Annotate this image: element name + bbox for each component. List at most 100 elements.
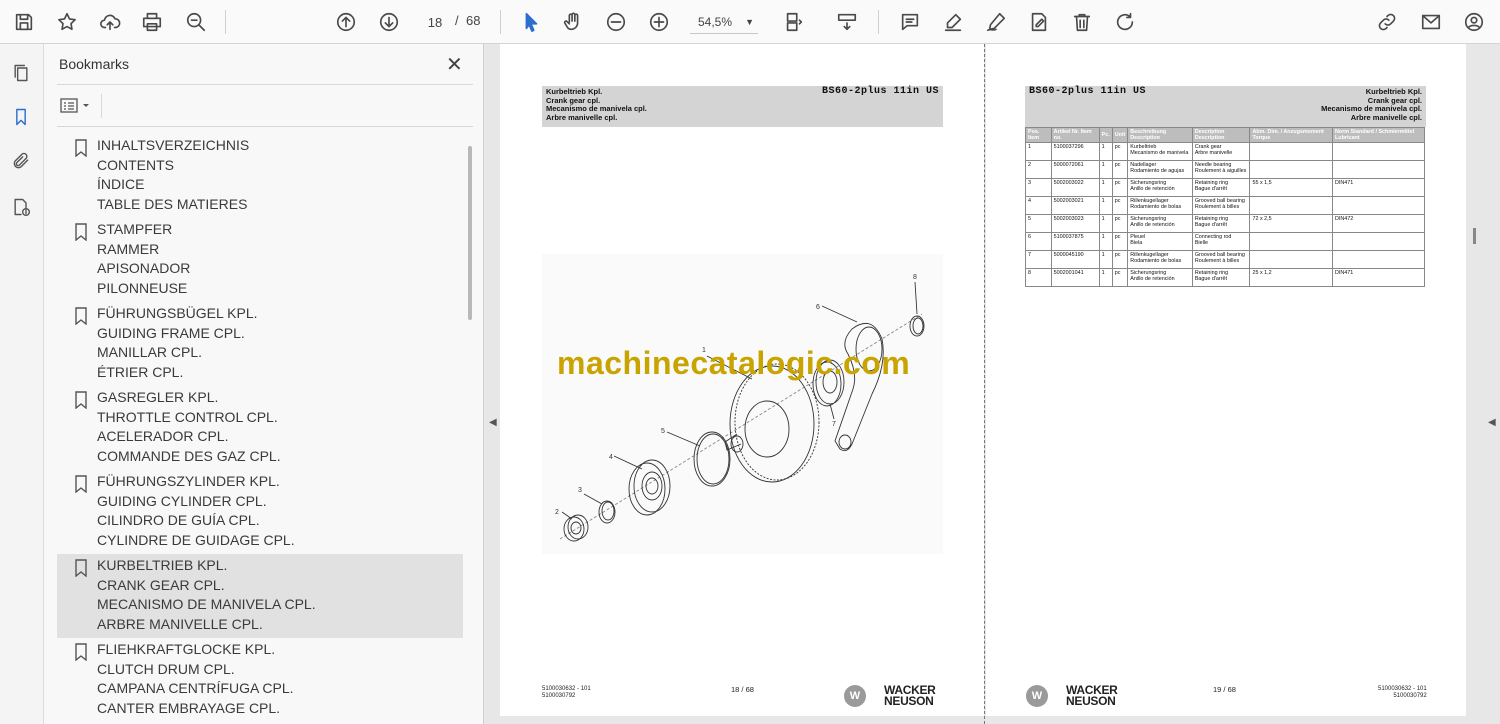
footer-code-2: 5100030792	[542, 693, 576, 699]
bookmark-item[interactable]: FLIEHKRAFTGLOCKE KPL. CLUTCH DRUM CPL. CAM…	[57, 638, 463, 722]
table-cell-desc1: Sicherungsring Anillo de retención	[1127, 178, 1193, 197]
table-cell-qty: 1	[1098, 178, 1113, 197]
bookmark-icon	[75, 475, 87, 493]
panel-divider	[57, 84, 473, 85]
bookmark-label: KURBELTRIEB KPL.	[97, 557, 228, 573]
scroll-mode-icon[interactable]	[833, 8, 861, 36]
bookmark-options-button[interactable]	[59, 95, 99, 117]
table-row: 3 5002003022 1 pc Sicherungsring Anillo de r…	[1025, 178, 1425, 197]
previous-page-icon[interactable]	[332, 8, 360, 36]
hand-tool-icon[interactable]	[559, 8, 587, 36]
expand-right-panel-icon[interactable]: ◀	[1488, 417, 1496, 428]
account-icon[interactable]	[1460, 8, 1488, 36]
table-cell-part: 5000045190	[1050, 250, 1100, 269]
table-row: 2 5000072061 1 pc Nadellager Rodamiento de a…	[1025, 160, 1425, 179]
model-name: BS60-2plus 11in US	[1029, 86, 1147, 97]
close-icon[interactable]: ✕	[446, 52, 463, 77]
table-cell-unit: pc	[1111, 160, 1129, 179]
table-cell-desc1: Pleuel Biela	[1127, 232, 1193, 251]
table-cell-unit: pc	[1111, 214, 1129, 233]
table-cell-part: 5002003023	[1050, 214, 1100, 233]
print-icon[interactable]	[138, 8, 166, 36]
callout-4: 4	[609, 454, 613, 461]
fill-sign-icon[interactable]	[1025, 8, 1053, 36]
zoom-search-icon[interactable]	[182, 8, 210, 36]
bookmark-item[interactable]: FÜHRUNGSZYLINDER KPL. GUIDING CYLINDER CP…	[57, 470, 463, 554]
star-icon[interactable]	[53, 8, 81, 36]
bookmark-item[interactable]: KURBELTRIEB KPL. CRANK GEAR CPL. MECANISMO…	[57, 554, 463, 638]
table-cell-dim: 55 x 1,5	[1249, 178, 1334, 197]
delete-icon[interactable]	[1068, 8, 1096, 36]
bookmark-label: CYLINDRE DE GUIDAGE CPL.	[97, 531, 295, 548]
document-info-icon[interactable]	[8, 194, 34, 220]
attachment-icon[interactable]	[8, 148, 34, 174]
bookmark-icon	[75, 559, 87, 577]
table-cell-desc2: Retaining ring Bague d'arrêt	[1191, 214, 1251, 233]
panel-scrollbar[interactable]	[468, 146, 472, 320]
table-cell-desc2: Crank gear Arbre manivelle	[1191, 142, 1251, 161]
collapse-panel-icon[interactable]: ◀	[489, 417, 497, 428]
zoom-out-icon[interactable]	[602, 8, 630, 36]
select-cursor-icon[interactable]	[517, 8, 545, 36]
header-title-fr: Arbre manivelle cpl.	[546, 112, 618, 122]
bookmark-panel-icon[interactable]	[8, 104, 34, 130]
column-header: Description Description	[1191, 127, 1251, 143]
zoom-value: 54,5%	[698, 15, 733, 29]
footer-codes: 5100030632 - 101 5100030792	[542, 686, 591, 700]
table-cell-norm	[1332, 142, 1425, 161]
table-cell-unit: pc	[1111, 268, 1129, 287]
table-cell-dim	[1249, 196, 1334, 215]
table-cell-qty: 1	[1098, 196, 1113, 215]
table-cell-desc2: Retaining ring Bague d'arrêt	[1191, 268, 1251, 287]
toolbar-divider	[225, 10, 226, 34]
draw-pen-icon[interactable]	[982, 8, 1010, 36]
bookmark-label: CRANK GEAR CPL.	[97, 576, 225, 593]
table-cell-dim	[1249, 160, 1334, 179]
next-page-icon[interactable]	[375, 8, 403, 36]
table-cell-unit: pc	[1111, 196, 1129, 215]
email-icon[interactable]	[1417, 8, 1445, 36]
bookmark-label: RAMMER	[97, 240, 160, 257]
brand-name: WACKER NEUSON	[1066, 684, 1118, 707]
table-cell-dim: 25 x 1,2	[1249, 268, 1334, 287]
comment-icon[interactable]	[896, 8, 924, 36]
table-cell-part: 5000072061	[1050, 160, 1100, 179]
panel-divider	[57, 126, 473, 127]
footer-code-1: 5100030632 - 101	[1378, 686, 1427, 692]
share-link-icon[interactable]	[1373, 8, 1401, 36]
bookmark-icon	[75, 223, 87, 241]
table-cell-part: 5002003022	[1050, 178, 1100, 197]
page-thumbnails-icon[interactable]	[8, 60, 34, 86]
bookmark-item[interactable]: STAMPFER RAMMER APISONADOR PILONNEUSE	[57, 218, 463, 302]
bookmark-item[interactable]: GASREGLER KPL. THROTTLE CONTROL CPL. ACELE…	[57, 386, 463, 470]
save-icon[interactable]	[10, 8, 38, 36]
document-scrollbar[interactable]	[1473, 228, 1476, 244]
table-cell-desc2: Connecting rod Bielle	[1191, 232, 1251, 251]
page-fit-icon[interactable]	[780, 8, 808, 36]
bookmark-item[interactable]: INHALTSVERZEICHNIS CONTENTS ÍNDICE TABLE DE…	[57, 134, 463, 218]
model-name: BS60-2plus 11in US	[821, 86, 939, 97]
highlight-pen-icon[interactable]	[939, 8, 967, 36]
column-header: Beschreibung Description	[1127, 127, 1193, 143]
bookmark-label: GUIDING CYLINDER CPL.	[97, 492, 267, 509]
bookmark-label: ÍNDICE	[97, 176, 145, 192]
zoom-in-icon[interactable]	[645, 8, 673, 36]
bookmark-label: APISONADOR	[97, 260, 191, 276]
table-cell-norm: DIN471	[1332, 178, 1425, 197]
table-cell-pos: 8	[1025, 268, 1052, 287]
rotate-icon[interactable]	[1111, 8, 1139, 36]
bookmark-label: GUIDING FRAME CPL.	[97, 324, 245, 341]
page-number-input[interactable]	[420, 11, 450, 33]
table-cell-part: 5100037296	[1050, 142, 1100, 161]
callout-2: 2	[555, 509, 559, 516]
bookmark-label: CILINDRO DE GUÍA CPL.	[97, 512, 260, 528]
table-cell-desc2: Grooved ball bearing Roulement à billes	[1191, 196, 1251, 215]
zoom-level-dropdown[interactable]: 54,5% ▼	[690, 10, 758, 34]
upload-cloud-icon[interactable]	[96, 8, 124, 36]
table-cell-qty: 1	[1098, 250, 1113, 269]
bookmark-label: MECANISMO DE MANIVELA CPL.	[97, 596, 316, 612]
bookmark-item[interactable]: FÜHRUNGSBÜGEL KPL. GUIDING FRAME CPL. MANI…	[57, 302, 463, 386]
table-row: 7 5000045190 1 pc Rillenkugellager Rodamient…	[1025, 250, 1425, 269]
table-cell-norm	[1332, 196, 1425, 215]
callout-3: 3	[578, 487, 582, 494]
